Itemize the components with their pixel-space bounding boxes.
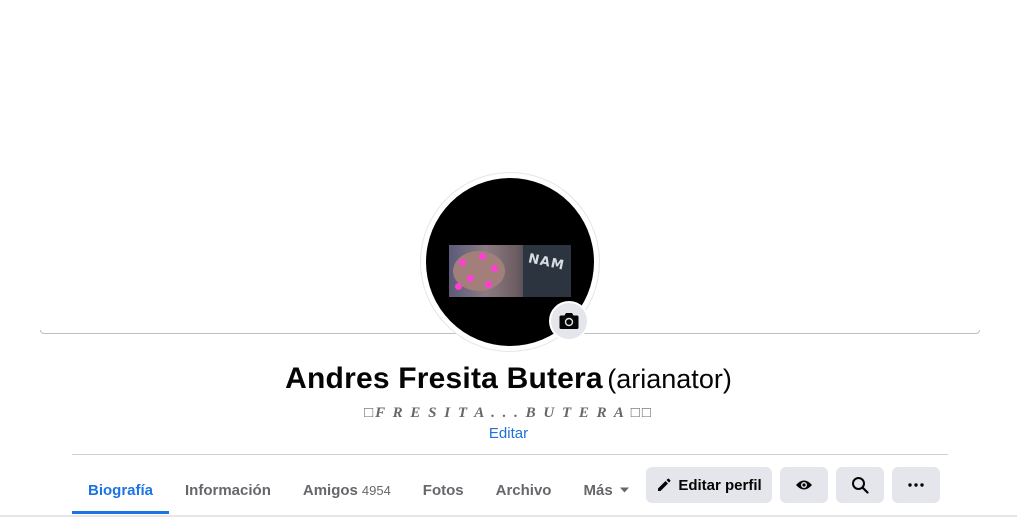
- edit-profile-button[interactable]: Editar perfil: [646, 467, 772, 503]
- tab-label: Archivo: [495, 481, 552, 499]
- tab-label: Información: [185, 481, 271, 499]
- tab-label: Biografía: [88, 481, 154, 499]
- search-profile-button[interactable]: [836, 467, 884, 503]
- view-as-button[interactable]: [780, 467, 828, 503]
- eye-icon: [796, 480, 812, 490]
- tab-biografia[interactable]: Biografía: [72, 466, 170, 514]
- pencil-icon: [658, 478, 671, 491]
- more-options-button[interactable]: [892, 467, 940, 503]
- edit-profile-label: Editar perfil: [678, 476, 762, 494]
- heart-sticker: [491, 265, 498, 272]
- heart-sticker: [459, 259, 466, 266]
- profile-name: Andres Fresita Butera: [285, 362, 603, 395]
- divider: [72, 454, 948, 455]
- tab-label: Amigos: [302, 481, 358, 499]
- heart-sticker: [485, 281, 492, 288]
- profile-nickname: (arianator): [607, 364, 732, 394]
- heart-sticker: [455, 283, 462, 290]
- search-icon: [852, 477, 869, 494]
- friends-count: 4954: [361, 482, 391, 498]
- ellipsis-icon: [908, 483, 924, 487]
- profile-tabs: Biografía Información Amigos 4954 Fotos …: [72, 466, 646, 514]
- tab-archivo[interactable]: Archivo: [480, 466, 568, 514]
- tab-label: Fotos: [422, 481, 464, 499]
- tab-informacion[interactable]: Información: [169, 466, 287, 514]
- tab-amigos[interactable]: Amigos 4954: [287, 466, 407, 514]
- profile-bio: □F R E S I T A . . . B U T E R A □□: [364, 405, 653, 421]
- heart-sticker: [479, 253, 486, 260]
- profile-photo-image: NAM: [449, 245, 571, 297]
- tab-label: Más: [583, 481, 613, 499]
- profile-actions: Editar perfil: [646, 467, 940, 503]
- heart-sticker: [467, 275, 474, 282]
- update-profile-picture-button[interactable]: [549, 301, 589, 341]
- camera-icon: [559, 313, 579, 329]
- tab-mas[interactable]: Más: [567, 466, 645, 514]
- edit-bio-link[interactable]: Editar: [0, 425, 1017, 442]
- tab-fotos[interactable]: Fotos: [407, 466, 480, 514]
- caret-down-icon: [619, 487, 629, 493]
- profile-name-line: Andres Fresita Butera (arianator): [0, 362, 1017, 396]
